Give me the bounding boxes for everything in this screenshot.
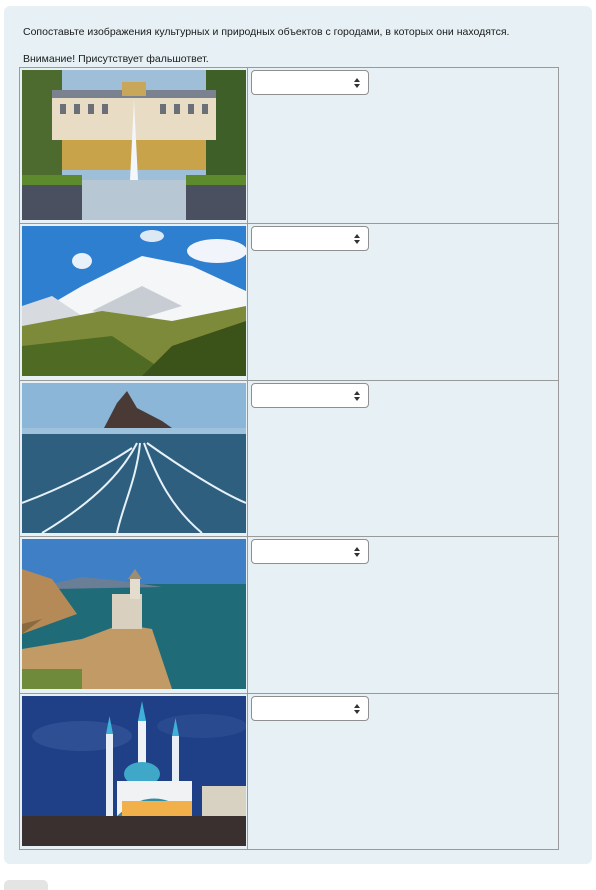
match-row [19,66,559,225]
match-row [19,692,559,851]
match-row [19,536,559,694]
mosque-night-image [22,695,246,846]
select-arrows-icon [354,78,360,88]
question-prompt: Сопоставьте изображения культурных и при… [23,26,510,38]
cliff-castle-image [22,539,246,690]
city-select[interactable] [251,70,369,95]
frozen-lake-image [22,382,246,533]
city-select[interactable] [251,539,369,565]
select-arrows-icon [354,703,360,714]
select-arrows-icon [354,547,360,558]
match-row [19,379,559,538]
select-arrows-icon [354,234,360,245]
select-arrows-icon [354,390,360,401]
partial-button[interactable] [4,880,48,890]
peterhof-palace-image [22,70,246,220]
city-select[interactable] [251,695,369,721]
match-row [19,223,559,381]
question-warning: Внимание! Присутствует фальшответ. [23,53,209,65]
city-select[interactable] [251,382,369,408]
city-select[interactable] [251,226,369,252]
mountain-image [22,226,246,377]
matching-table [19,66,559,851]
